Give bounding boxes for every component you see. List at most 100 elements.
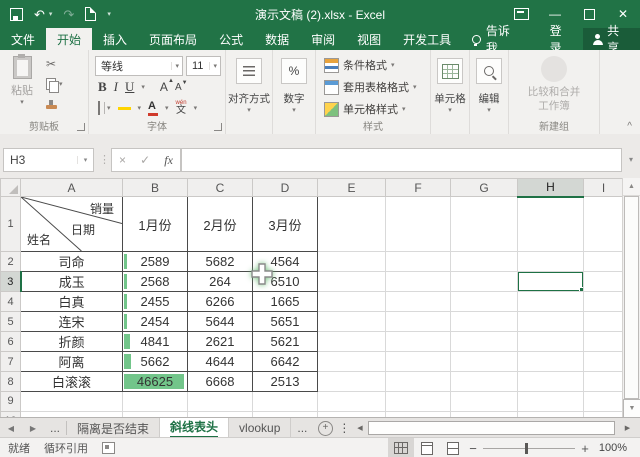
cell-empty[interactable] xyxy=(518,372,584,392)
cell-value[interactable]: 6668 xyxy=(188,372,253,392)
row-header-7[interactable]: 7 xyxy=(1,352,21,372)
cut-button[interactable]: ✂ xyxy=(46,57,63,71)
formula-bar-expand-icon[interactable]: ▾ xyxy=(624,148,638,170)
cell-empty[interactable] xyxy=(386,332,451,352)
cell-empty[interactable] xyxy=(386,252,451,272)
cell-name[interactable]: 白真 xyxy=(21,292,123,312)
decrease-font-button[interactable]: A▼ xyxy=(175,82,182,93)
cells-button[interactable] xyxy=(437,58,463,84)
underline-dropdown-icon[interactable]: ▾ xyxy=(141,83,145,91)
cell-empty[interactable] xyxy=(584,252,624,272)
cell-empty[interactable] xyxy=(584,352,624,372)
normal-view-button[interactable] xyxy=(388,438,414,457)
cell-value[interactable]: 2589 xyxy=(123,252,188,272)
column-header-H-selected[interactable]: H xyxy=(518,179,584,197)
number-dropdown-icon[interactable]: ▾ xyxy=(273,106,315,114)
column-header-D[interactable]: D xyxy=(253,179,318,197)
borders-button[interactable] xyxy=(98,102,100,114)
tab-page-layout[interactable]: 页面布局 xyxy=(138,28,208,50)
fill-color-dropdown-icon[interactable]: ▾ xyxy=(138,104,142,112)
sheet-tabs-right-ellipsis[interactable]: ... xyxy=(291,418,313,438)
undo-dropdown-icon[interactable]: ▾ xyxy=(49,10,53,18)
format-painter-button[interactable] xyxy=(46,97,63,111)
cell-value[interactable]: 4644 xyxy=(188,352,253,372)
cell-B1[interactable]: 1月份 xyxy=(123,197,188,252)
clipboard-dialog-launcher[interactable] xyxy=(77,123,85,131)
cell-G1[interactable] xyxy=(451,197,518,252)
insert-function-icon[interactable]: fx xyxy=(164,153,173,168)
share-button[interactable]: 共享 xyxy=(583,28,640,50)
row-header-4[interactable]: 4 xyxy=(1,292,21,312)
cell-empty[interactable] xyxy=(386,392,451,412)
tab-formulas[interactable]: 公式 xyxy=(208,28,254,50)
cell-value[interactable]: 5651 xyxy=(253,312,318,332)
cell-empty[interactable] xyxy=(386,312,451,332)
name-box[interactable]: H3 ▾ xyxy=(3,148,94,172)
cell-empty[interactable] xyxy=(451,332,518,352)
scroll-down-icon[interactable]: ▼ xyxy=(623,399,640,417)
italic-button[interactable]: I xyxy=(114,79,118,95)
copy-dropdown-icon[interactable]: ▾ xyxy=(59,80,63,88)
column-header-E[interactable]: E xyxy=(318,179,386,197)
vertical-scroll-thumb[interactable] xyxy=(624,196,639,399)
cell-value[interactable]: 2621 xyxy=(188,332,253,352)
alignment-dropdown-icon[interactable]: ▾ xyxy=(226,106,272,114)
cell-empty[interactable] xyxy=(518,312,584,332)
cell-E1[interactable] xyxy=(318,197,386,252)
cell-name[interactable]: 成玉 xyxy=(21,272,123,292)
column-header-I[interactable]: I xyxy=(584,179,624,197)
tab-insert[interactable]: 插入 xyxy=(92,28,138,50)
cell-empty[interactable] xyxy=(386,272,451,292)
column-header-C[interactable]: C xyxy=(188,179,253,197)
collapse-ribbon-icon[interactable]: ^ xyxy=(627,121,632,132)
save-icon[interactable] xyxy=(10,8,23,21)
format-as-table-button[interactable]: 套用表格格式 ▾ xyxy=(324,79,417,95)
cell-empty[interactable] xyxy=(318,352,386,372)
fill-handle[interactable] xyxy=(579,287,584,292)
cell-empty[interactable] xyxy=(451,372,518,392)
sheet-tab-geli[interactable]: 隔离是否结束 xyxy=(67,418,160,438)
cell-value[interactable]: 5644 xyxy=(188,312,253,332)
horizontal-scroll-thumb[interactable] xyxy=(368,421,614,435)
tell-me-box[interactable]: 告诉我... xyxy=(462,28,539,50)
vertical-scrollbar[interactable]: ▲ ▼ xyxy=(622,178,640,417)
cell-empty[interactable] xyxy=(386,352,451,372)
sheet-tabs-left-ellipsis[interactable]: ... xyxy=(44,418,66,438)
minimize-button[interactable]: — xyxy=(538,0,572,28)
cell-empty[interactable] xyxy=(451,392,518,412)
sheet-tab-xianxian-active[interactable]: 斜线表头 xyxy=(160,418,229,438)
row-header-3-selected[interactable]: 3 xyxy=(1,272,21,292)
font-name-dropdown-icon[interactable]: ▾ xyxy=(171,62,182,70)
cell-empty[interactable] xyxy=(584,312,624,332)
cell-empty[interactable] xyxy=(584,392,624,412)
editing-dropdown-icon[interactable]: ▾ xyxy=(470,106,508,114)
column-header-A[interactable]: A xyxy=(21,179,123,197)
cell-value[interactable]: 46625 xyxy=(123,372,188,392)
zoom-in-button[interactable]: + xyxy=(578,441,592,456)
cell-name[interactable]: 白滚滚 xyxy=(21,372,123,392)
phonetic-button[interactable]: wén文 xyxy=(176,100,187,116)
font-dialog-launcher[interactable] xyxy=(214,123,222,131)
cell-value[interactable]: 2568 xyxy=(123,272,188,292)
cell-empty[interactable] xyxy=(318,312,386,332)
new-file-icon[interactable] xyxy=(85,7,96,21)
cell-value[interactable]: 6266 xyxy=(188,292,253,312)
row-header-6[interactable]: 6 xyxy=(1,332,21,352)
increase-font-button[interactable]: A▲ xyxy=(160,80,168,94)
bold-button[interactable]: B xyxy=(98,79,107,95)
select-all-corner[interactable] xyxy=(1,179,21,197)
formula-input[interactable] xyxy=(181,148,622,172)
tab-file[interactable]: 文件 xyxy=(0,28,46,50)
cell-name[interactable]: 连宋 xyxy=(21,312,123,332)
cell-C1[interactable]: 2月份 xyxy=(188,197,253,252)
cell-value[interactable]: 2513 xyxy=(253,372,318,392)
cell-value[interactable]: 5682 xyxy=(188,252,253,272)
cell-empty[interactable] xyxy=(584,272,624,292)
tab-data[interactable]: 数据 xyxy=(254,28,300,50)
cell-empty[interactable] xyxy=(318,332,386,352)
row-header-5[interactable]: 5 xyxy=(1,312,21,332)
column-header-G[interactable]: G xyxy=(451,179,518,197)
number-format-button[interactable]: % xyxy=(281,58,307,84)
cell-empty[interactable] xyxy=(584,292,624,312)
cell-empty[interactable] xyxy=(518,292,584,312)
